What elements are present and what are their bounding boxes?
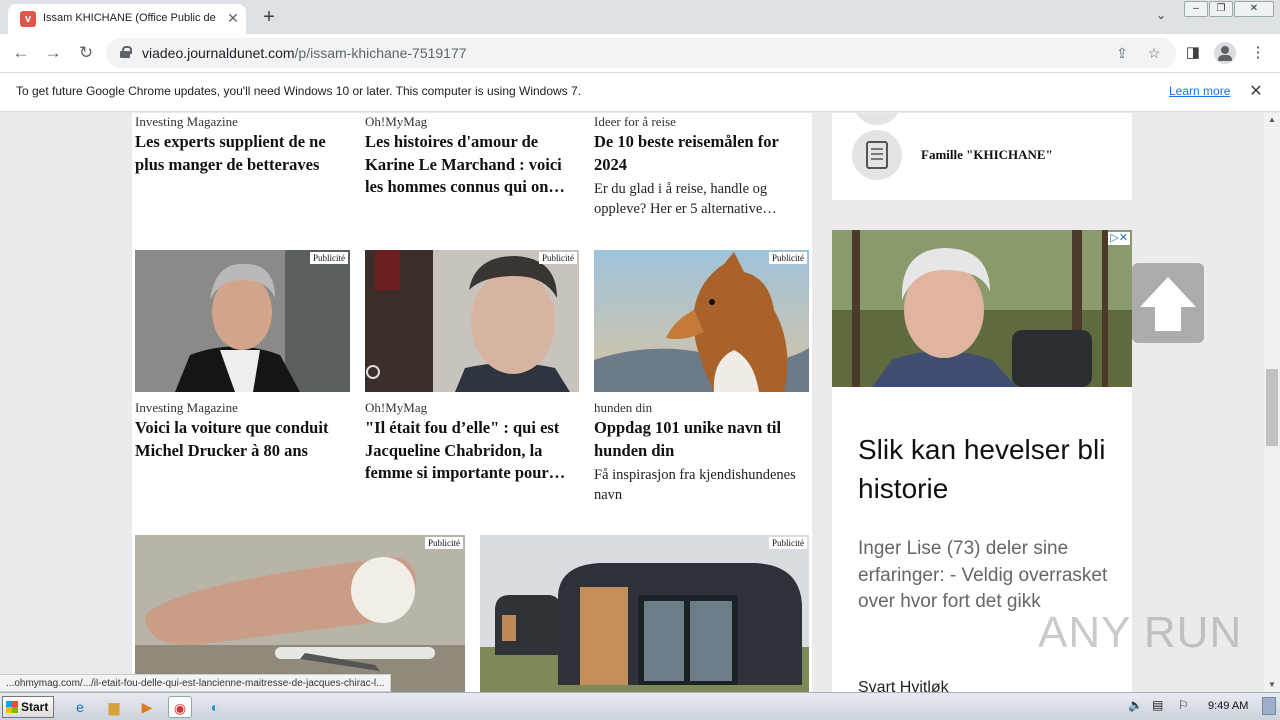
vertical-scrollbar[interactable]: ▲ ▼	[1264, 113, 1280, 692]
url-domain: viadeo.journaldunet.com	[142, 45, 295, 61]
internet-explorer-icon[interactable]: e	[68, 696, 92, 718]
article-source: Ideer for å reise	[594, 114, 676, 129]
infobar-close-icon[interactable]: ✕	[1246, 82, 1266, 102]
ad-image[interactable]: ▷✕	[832, 230, 1132, 387]
article-title[interactable]: De 10 beste reisemålen for 2024	[594, 131, 809, 176]
article-card[interactable]: Investing Magazine Les experts supplient…	[135, 114, 350, 176]
clock[interactable]: 9:49 AM	[1208, 700, 1248, 712]
windows-logo-icon	[6, 701, 18, 713]
article-card[interactable]: Investing Magazine Voici la voiture que …	[135, 400, 350, 462]
window-controls: ‒ ❐ ✕	[1182, 0, 1278, 18]
article-title[interactable]: "Il était fou d’elle" : qui est Jacqueli…	[365, 417, 579, 485]
ad-choices-icon[interactable]: ▷✕	[1108, 232, 1130, 245]
article-thumbnail[interactable]: Publicité	[135, 250, 350, 392]
article-description: Få inspirasjon fra kjendishundenes navn	[594, 467, 796, 503]
anyrun-watermark: ANY RUN	[1038, 608, 1243, 657]
article-source: Investing Magazine	[135, 400, 238, 415]
article-title[interactable]: Les histoires d'amour de Karine Le March…	[365, 131, 579, 199]
article-title[interactable]: Les experts supplient de ne plus manger …	[135, 131, 350, 176]
url-text[interactable]: viadeo.journaldunet.com/p/issam-khichane…	[142, 45, 467, 61]
scroll-document-icon[interactable]	[852, 130, 902, 180]
back-arrow-icon[interactable]: ←	[10, 42, 32, 64]
article-title[interactable]: Oppdag 101 unike navn til hunden din	[594, 417, 809, 462]
article-card[interactable]: Oh!MyMag Les histoires d'amour de Karine…	[365, 114, 579, 199]
article-thumbnail[interactable]: Publicité	[365, 250, 579, 392]
edge-icon[interactable]: ◐	[203, 696, 227, 718]
scroll-up-arrow-icon[interactable]: ▲	[1264, 113, 1280, 127]
tab-close-icon[interactable]: ✕	[224, 9, 242, 27]
man-portrait-image	[135, 250, 350, 392]
article-description: Er du glad i å reise, handle og oppleve?…	[594, 181, 777, 217]
sponsored-badge: Publicité	[769, 252, 807, 264]
lock-icon[interactable]	[120, 46, 132, 58]
close-window-button[interactable]: ✕	[1234, 1, 1274, 17]
ad-brand: Svart Hvitløk	[858, 679, 949, 692]
action-center-flag-icon[interactable]: ⚐	[1178, 698, 1189, 712]
learn-more-link[interactable]: Learn more	[1169, 84, 1230, 98]
restore-button[interactable]: ❐	[1209, 1, 1233, 17]
address-bar[interactable]: viadeo.journaldunet.com/p/issam-khichane…	[106, 38, 1176, 68]
side-panel-icon[interactable]: ◨	[1182, 42, 1204, 64]
windows-taskbar: Start e ▆ ▶ ◉ ◐ 🔈 ▤ ⚐ 9:49 AM	[0, 692, 1280, 720]
update-infobar: To get future Google Chrome updates, you…	[0, 72, 1280, 112]
article-thumbnail[interactable]: Publicité	[480, 535, 809, 692]
article-thumbnail[interactable]: Publicité	[594, 250, 809, 392]
sponsored-badge: Publicité	[539, 252, 577, 264]
article-thumbnail[interactable]: Publicité	[135, 535, 465, 692]
profile-avatar-icon[interactable]	[1214, 42, 1236, 64]
url-path: /p/issam-khichane-7519177	[294, 45, 467, 61]
article-source: Oh!MyMag	[365, 400, 428, 415]
family-box: Famille "KHICHANE"	[832, 113, 1132, 200]
tab-strip: v Issam KHICHANE (Office Public de Tr ✕ …	[0, 0, 1280, 34]
scroll-document-glyph-icon	[866, 141, 888, 169]
recommendation-grid: Investing Magazine Les experts supplient…	[132, 113, 812, 692]
new-tab-button[interactable]: +	[258, 6, 280, 28]
article-card[interactable]: hunden din Oppdag 101 unike navn til hun…	[594, 400, 809, 505]
article-source: Investing Magazine	[135, 114, 238, 129]
article-card[interactable]: Oh!MyMag "Il était fou d’elle" : qui est…	[365, 400, 579, 485]
show-desktop-button[interactable]	[1262, 697, 1276, 715]
scroll-down-arrow-icon[interactable]: ▼	[1264, 678, 1280, 692]
share-icon[interactable]: ⇪	[1112, 43, 1132, 63]
bookmark-star-icon[interactable]: ☆	[1144, 43, 1164, 63]
menu-kebab-icon[interactable]: ⋮	[1247, 42, 1269, 64]
tiny-house-image	[480, 535, 809, 692]
tab-title: Issam KHICHANE (Office Public de Tr	[43, 12, 218, 24]
start-label: Start	[21, 700, 49, 714]
sponsored-badge: Publicité	[425, 537, 463, 549]
viadeo-favicon-icon: v	[20, 11, 36, 27]
sponsored-badge: Publicité	[769, 537, 807, 549]
reload-icon[interactable]: ↻	[75, 42, 97, 64]
active-tab[interactable]: v Issam KHICHANE (Office Public de Tr ✕	[8, 4, 246, 34]
up-arrow-icon	[1140, 277, 1196, 331]
article-card[interactable]: Ideer for å reise De 10 beste reisemålen…	[594, 114, 809, 219]
minimize-button[interactable]: ‒	[1184, 1, 1208, 17]
avatar-placeholder-icon	[852, 113, 902, 125]
status-bar-url: ...ohmymag.com/.../il-etait-fou-delle-qu…	[0, 674, 392, 692]
scrollbar-thumb[interactable]	[1266, 369, 1278, 446]
forward-arrow-icon[interactable]: →	[42, 42, 64, 64]
infobar-message: To get future Google Chrome updates, you…	[16, 84, 582, 98]
start-button[interactable]: Start	[2, 696, 54, 718]
tab-search-chevron-icon[interactable]: ⌄	[1152, 8, 1170, 26]
sponsored-badge: Publicité	[310, 252, 348, 264]
file-explorer-icon[interactable]: ▆	[102, 696, 126, 718]
ad-body-text: Inger Lise (73) deler sine erfaringer: -…	[858, 538, 1108, 612]
ad-headline[interactable]: Slik kan hevelser bli historie	[858, 430, 1118, 508]
media-player-icon[interactable]: ▶	[135, 696, 159, 718]
politician-portrait-image	[365, 250, 579, 392]
page-viewport: Investing Magazine Les experts supplient…	[0, 113, 1264, 692]
collie-dog-image	[594, 250, 809, 392]
volume-icon[interactable]: 🔈	[1128, 698, 1143, 712]
article-source: hunden din	[594, 400, 653, 415]
family-link[interactable]: Famille "KHICHANE"	[921, 147, 1053, 163]
chrome-taskbar-icon[interactable]: ◉	[168, 696, 192, 718]
article-title[interactable]: Voici la voiture que conduit Michel Druc…	[135, 417, 350, 462]
airship-plane-image	[135, 535, 465, 692]
smiling-woman-hiker-image	[832, 230, 1132, 387]
article-source: Oh!MyMag	[365, 114, 428, 129]
network-icon[interactable]: ▤	[1152, 698, 1163, 712]
scroll-to-top-button[interactable]	[1132, 263, 1204, 343]
browser-toolbar: ← → ↻ viadeo.journaldunet.com/p/issam-kh…	[0, 34, 1280, 72]
